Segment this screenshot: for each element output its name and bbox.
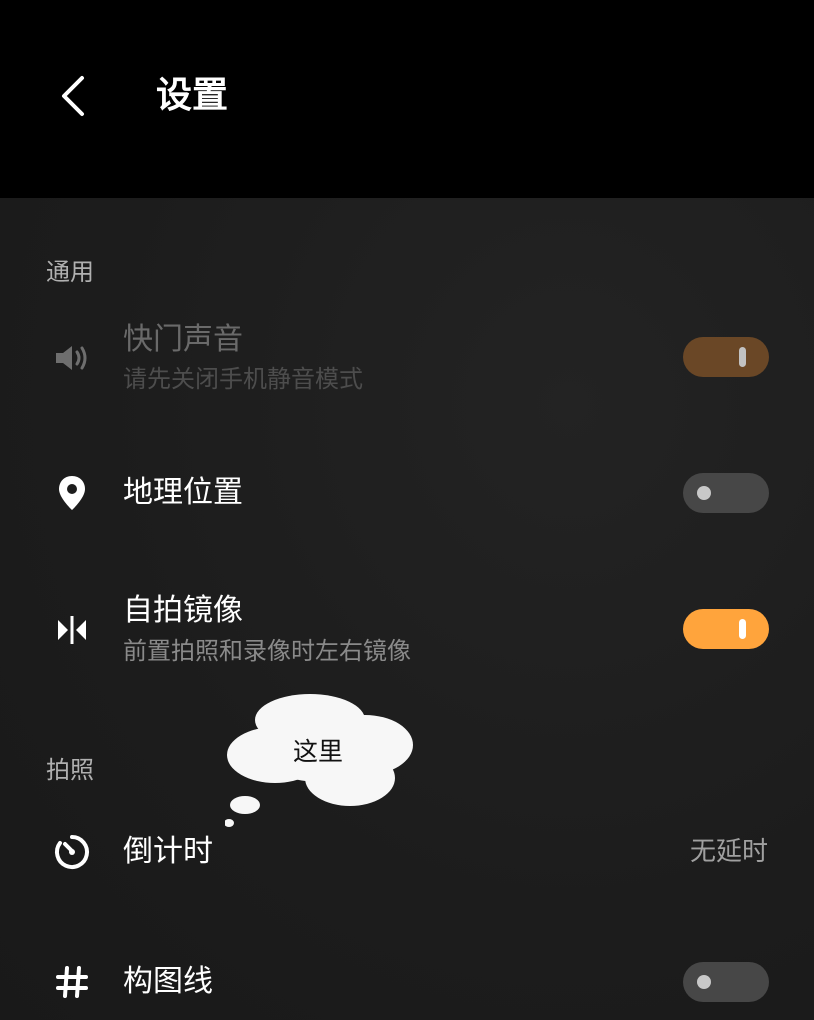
speaker-icon bbox=[52, 338, 92, 378]
toggle-knob bbox=[739, 347, 746, 367]
setting-row-location[interactable]: 地理位置 bbox=[0, 473, 814, 513]
setting-row-grid-lines[interactable]: 构图线 bbox=[0, 962, 814, 1002]
countdown-value: 无延时 bbox=[689, 837, 768, 867]
page-title: 设置 bbox=[156, 75, 229, 116]
setting-label: 构图线 bbox=[123, 964, 213, 999]
setting-row-selfie-mirror[interactable]: 自拍镜像 前置拍照和录像时左右镜像 bbox=[0, 590, 814, 670]
setting-label: 倒计时 bbox=[123, 834, 213, 869]
timer-icon bbox=[52, 832, 92, 872]
setting-description: 请先关闭手机静音模式 bbox=[123, 365, 363, 393]
grid-lines-toggle[interactable] bbox=[683, 962, 769, 1002]
mirror-icon bbox=[52, 610, 92, 650]
setting-label: 自拍镜像 bbox=[123, 593, 243, 628]
setting-row-countdown[interactable]: 倒计时 无延时 bbox=[0, 832, 814, 872]
toggle-knob bbox=[697, 486, 711, 500]
chevron-left-icon bbox=[62, 76, 84, 116]
selfie-mirror-toggle[interactable] bbox=[683, 609, 769, 649]
section-title-general: 通用 bbox=[46, 258, 94, 286]
setting-label: 地理位置 bbox=[123, 475, 243, 510]
location-toggle[interactable] bbox=[683, 473, 769, 513]
setting-label: 快门声音 bbox=[123, 322, 243, 357]
setting-description: 前置拍照和录像时左右镜像 bbox=[123, 637, 411, 665]
location-pin-icon bbox=[52, 473, 92, 513]
section-title-photo: 拍照 bbox=[46, 756, 94, 784]
setting-row-shutter-sound: 快门声音 请先关闭手机静音模式 bbox=[0, 318, 814, 398]
shutter-sound-toggle[interactable] bbox=[683, 337, 769, 377]
toggle-knob bbox=[739, 619, 746, 639]
toggle-knob bbox=[697, 975, 711, 989]
grid-hash-icon bbox=[52, 962, 92, 1002]
back-button[interactable] bbox=[52, 70, 100, 122]
header-bar: 设置 bbox=[0, 0, 814, 198]
annotation-text: 这里 bbox=[293, 737, 344, 766]
